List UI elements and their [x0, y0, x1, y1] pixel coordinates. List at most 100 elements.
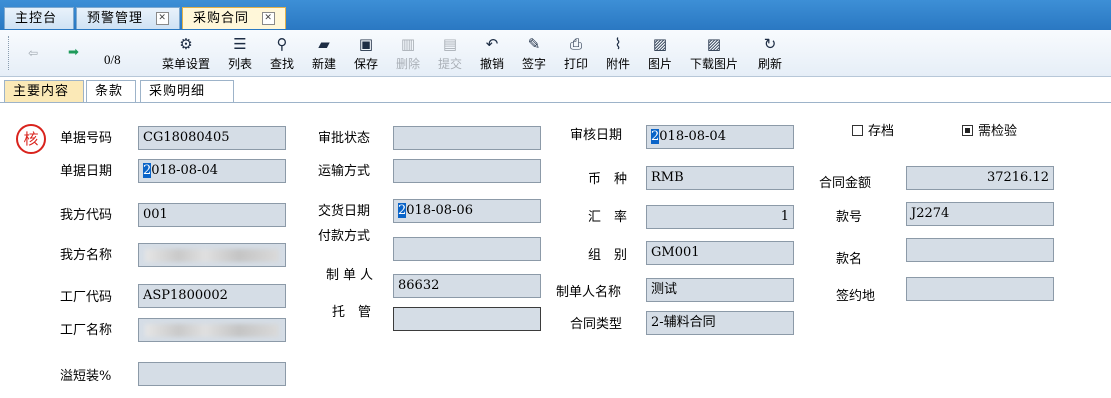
redacted-text — [145, 324, 279, 337]
sign-button[interactable]: ✎ 签字 — [518, 35, 550, 72]
undo-icon: ↶ — [485, 35, 499, 53]
tab-label: 条款 — [95, 84, 124, 99]
doc-date-field[interactable]: 2018-08-04 — [138, 159, 286, 183]
tab-label: 预警管理 — [87, 11, 144, 26]
arrow-left-icon[interactable]: ⇦ — [28, 46, 42, 60]
tab-purchase-contract[interactable]: 采购合同 ✕ — [182, 7, 286, 29]
transport-field[interactable] — [393, 159, 541, 183]
audit-date-label: 审核日期 — [570, 128, 623, 143]
style-no-field[interactable]: J2274 — [906, 202, 1054, 226]
save-icon: ▣ — [358, 35, 374, 53]
style-no-label: 款号 — [836, 210, 863, 225]
new-folder-icon: ▰ — [318, 35, 330, 53]
content-tab-strip: 主要内容 条款 采购明细 — [0, 80, 1111, 103]
button-label: 图片 — [647, 57, 672, 71]
submit-button[interactable]: ▤ 提交 — [434, 35, 466, 72]
maker-label: 制单人 — [326, 268, 378, 283]
attachment-button[interactable]: ⌇ 附件 — [602, 35, 634, 72]
tab-label: 采购合同 — [193, 11, 250, 26]
contract-type-field[interactable]: 2-辅料合同 — [646, 311, 794, 335]
image-icon: ▨ — [652, 35, 668, 53]
approval-status-field[interactable] — [393, 126, 541, 150]
overflow-field[interactable] — [138, 362, 286, 386]
exchange-rate-field[interactable]: 1 — [646, 205, 794, 229]
menu-settings-button[interactable]: ⚙ 菜单设置 — [158, 35, 214, 72]
overflow-label: 溢短装% — [60, 369, 112, 384]
gear-icon: ⚙ — [179, 35, 193, 53]
sign-place-label: 签约地 — [836, 289, 876, 304]
delivery-date-field[interactable]: 2018-08-06 — [393, 199, 541, 223]
group-label: 组 别 — [588, 248, 628, 263]
download-image-button[interactable]: ▨ 下载图片 — [686, 35, 742, 72]
button-label: 删除 — [395, 57, 420, 71]
need-inspection-checkbox-label: 需检验 — [978, 124, 1018, 139]
factory-code-field[interactable]: ASP1800002 — [138, 284, 286, 308]
image-button[interactable]: ▨ 图片 — [644, 35, 676, 72]
close-icon[interactable]: ✕ — [262, 12, 276, 25]
button-label: 保存 — [353, 57, 378, 71]
list-button[interactable]: ☰ 列表 — [224, 35, 256, 72]
group-field[interactable]: GM001 — [646, 241, 794, 265]
maker-name-field[interactable]: 测试 — [646, 278, 794, 302]
doc-no-field[interactable]: CG18080405 — [138, 126, 286, 150]
payment-field[interactable] — [393, 237, 541, 261]
tab-terms[interactable]: 条款 — [86, 80, 136, 102]
our-name-field[interactable] — [138, 243, 286, 267]
delete-button[interactable]: ▥ 删除 — [392, 35, 424, 72]
sign-place-field[interactable] — [906, 277, 1054, 301]
refresh-button[interactable]: ↻ 刷新 — [754, 35, 786, 72]
button-label: 提交 — [437, 57, 462, 71]
approval-status-label: 审批状态 — [318, 131, 371, 146]
new-button[interactable]: ▰ 新建 — [308, 35, 340, 72]
checkbox-unchecked-icon — [852, 125, 863, 136]
window-tab-bar: 主控台 预警管理 ✕ 采购合同 ✕ — [0, 0, 1111, 30]
checkbox-checked-icon — [962, 125, 973, 136]
paperclip-icon: ⌇ — [614, 35, 622, 53]
tab-purchase-details[interactable]: 采购明细 — [140, 80, 234, 102]
tab-warning-management[interactable]: 预警管理 ✕ — [76, 7, 180, 29]
button-label: 打印 — [563, 57, 588, 71]
style-name-label: 款名 — [836, 252, 863, 267]
close-icon[interactable]: ✕ — [156, 12, 170, 25]
currency-field[interactable]: RMB — [646, 166, 794, 190]
exchange-rate-label: 汇 率 — [588, 210, 628, 225]
custody-field[interactable] — [393, 307, 541, 331]
maker-field[interactable]: 86632 — [393, 274, 541, 298]
pen-icon: ✎ — [527, 35, 541, 53]
style-name-field[interactable] — [906, 238, 1054, 262]
toolbar-grip[interactable] — [8, 36, 12, 70]
print-button[interactable]: ⎙ 打印 — [560, 35, 592, 72]
need-inspection-checkbox[interactable]: 需检验 — [962, 124, 1017, 140]
button-label: 撤销 — [479, 57, 504, 71]
factory-name-field[interactable] — [138, 318, 286, 342]
page-indicator: 0/8 — [104, 52, 121, 67]
archived-checkbox-label: 存档 — [868, 124, 895, 139]
audit-date-field[interactable]: 2018-08-04 — [646, 125, 794, 149]
doc-no-label: 单据号码 — [60, 131, 113, 146]
custody-label: 托 管 — [332, 305, 372, 320]
maker-name-label: 制单人名称 — [556, 285, 622, 300]
our-code-label: 我方代码 — [60, 208, 113, 223]
button-label: 刷新 — [757, 57, 782, 71]
archived-checkbox[interactable]: 存档 — [852, 124, 894, 140]
find-button[interactable]: ⚲ 查找 — [266, 35, 298, 72]
payment-label: 付款方式 — [318, 229, 371, 244]
button-label: 新建 — [311, 57, 336, 71]
tab-label: 主要内容 — [13, 84, 70, 99]
undo-button[interactable]: ↶ 撤销 — [476, 35, 508, 72]
download-image-icon: ▨ — [706, 35, 722, 53]
tab-main-content[interactable]: 主要内容 — [4, 80, 84, 102]
doc-date-label: 单据日期 — [60, 164, 113, 179]
arrow-right-icon[interactable]: ➡ — [68, 45, 82, 60]
search-icon: ⚲ — [276, 35, 288, 53]
button-label: 查找 — [269, 57, 294, 71]
button-label: 列表 — [227, 57, 252, 71]
save-button[interactable]: ▣ 保存 — [350, 35, 382, 72]
delivery-date-label: 交货日期 — [318, 204, 371, 219]
refresh-icon: ↻ — [763, 35, 777, 53]
printer-icon: ⎙ — [569, 35, 582, 53]
tab-label: 采购明细 — [149, 84, 206, 99]
tab-main-console[interactable]: 主控台 — [4, 7, 74, 29]
our-code-field[interactable]: 001 — [138, 203, 286, 227]
contract-amount-field[interactable]: 37216.12 — [906, 166, 1054, 190]
